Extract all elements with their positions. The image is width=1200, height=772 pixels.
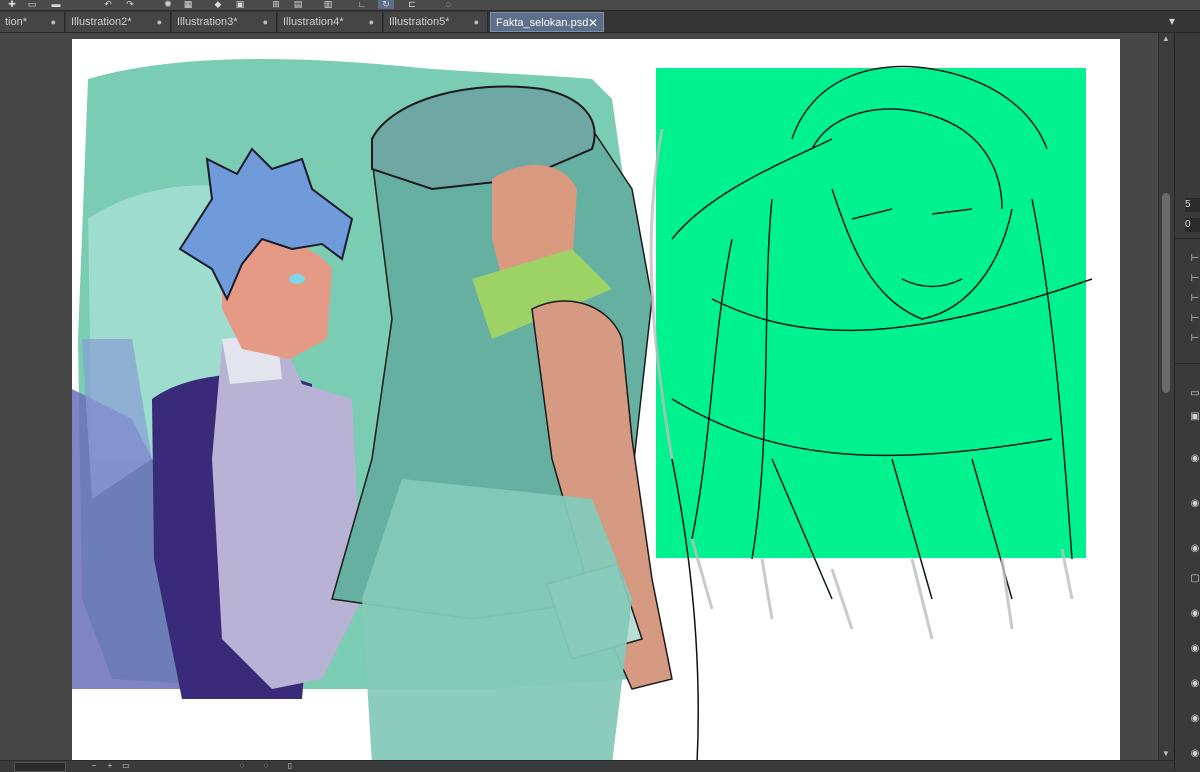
panel-value-field[interactable]: 0 xyxy=(1185,218,1200,232)
select-icon[interactable]: ▣ xyxy=(232,0,248,9)
vertical-scrollbar[interactable]: ▲ ▼ xyxy=(1158,33,1173,760)
layer-visibility-icon[interactable]: ◉ xyxy=(1189,498,1200,510)
tab-label: Illustration3* xyxy=(177,16,238,28)
layer-visibility-icon[interactable]: ◉ xyxy=(1189,453,1200,465)
panel-divider xyxy=(1175,363,1200,364)
layer-visibility-icon[interactable]: ◉ xyxy=(1189,643,1200,655)
layer-visibility-icon[interactable]: ◉ xyxy=(1189,713,1200,725)
artboard[interactable] xyxy=(72,39,1120,765)
layer-icon[interactable]: ▥ xyxy=(320,0,336,9)
new-file-icon[interactable]: ✚ xyxy=(4,0,20,9)
layer-visibility-icon[interactable]: ◉ xyxy=(1189,608,1200,620)
slider-icon[interactable]: ⊢ xyxy=(1189,253,1200,265)
modified-dot-icon: ● xyxy=(156,17,162,27)
layer-visibility-icon[interactable]: ◉ xyxy=(1189,748,1200,760)
document-tab-bar: tion* ● Illustration2* ● Illustration3* … xyxy=(0,11,1200,33)
tab-label: Illustration2* xyxy=(71,16,132,28)
modified-dot-icon: ● xyxy=(368,17,374,27)
layer-visibility-icon[interactable]: ◉ xyxy=(1189,543,1200,555)
tab-fakta-selokan[interactable]: Fakta_selokan.psd ✕ xyxy=(490,12,604,32)
tab-label: Illustration4* xyxy=(283,16,344,28)
slider-icon[interactable]: ⊢ xyxy=(1189,293,1200,305)
artwork xyxy=(72,59,1093,765)
tab-label: tion* xyxy=(5,16,28,28)
tab-illustration3[interactable]: Illustration3* ● xyxy=(172,12,277,32)
zoom-field[interactable] xyxy=(14,762,66,772)
modified-dot-icon: ● xyxy=(50,17,56,27)
right-side-panel: 5 0 ⊢ ⊢ ⊢ ⊢ ⊢ ▭ ▣ ◉ ◉ ◉ ▢ ◉ ◉ ◉ ◉ ◉ xyxy=(1174,33,1200,770)
layer-visibility-icon[interactable]: ◉ xyxy=(1189,678,1200,690)
scroll-thumb[interactable] xyxy=(1162,193,1170,393)
scroll-down-icon[interactable]: ▼ xyxy=(1159,748,1173,760)
ruler-icon[interactable]: ⊞ xyxy=(268,0,284,9)
top-toolbar: ✚ ▭ ▬ ↶ ↷ ✺ ▦ ◆ ▣ ⊞ ▤ ▥ ∟ ↻ ⊏ ◌ xyxy=(0,0,1200,11)
modified-dot-icon: ● xyxy=(473,17,479,27)
layer-folder-icon[interactable]: ▣ xyxy=(1189,411,1200,423)
undo-icon[interactable]: ↶ xyxy=(100,0,116,9)
tab-illustration5[interactable]: Illustration5* ● xyxy=(384,12,488,32)
modified-dot-icon: ● xyxy=(262,17,268,27)
sparkle-icon[interactable]: ✺ xyxy=(160,0,176,9)
fill-icon[interactable]: ◆ xyxy=(210,0,226,9)
panel-value-field[interactable]: 5 xyxy=(1185,198,1200,212)
slider-icon[interactable]: ⊢ xyxy=(1189,313,1200,325)
lasso-icon[interactable]: ∟ xyxy=(354,0,370,9)
status-bar: − + ▭ ◌ ◌ ▯ xyxy=(0,760,1174,772)
open-folder-icon[interactable]: ▭ xyxy=(24,0,40,9)
save-icon[interactable]: ▬ xyxy=(48,0,64,9)
tab-illustration4[interactable]: Illustration4* ● xyxy=(278,12,383,32)
redo-icon[interactable]: ↷ xyxy=(122,0,138,9)
panel-divider xyxy=(1175,238,1200,239)
scroll-up-icon[interactable]: ▲ xyxy=(1159,33,1173,45)
canvas-workspace[interactable] xyxy=(0,33,1158,765)
close-icon[interactable]: ✕ xyxy=(588,13,598,31)
slider-icon[interactable]: ⊢ xyxy=(1189,273,1200,285)
tab-label: Illustration5* xyxy=(389,16,450,28)
tab-illustration1[interactable]: tion* ● xyxy=(0,12,65,32)
speech-icon[interactable]: ◌ xyxy=(440,0,456,9)
rotate-icon[interactable]: ↻ xyxy=(378,0,394,9)
grid-icon[interactable]: ▤ xyxy=(290,0,306,9)
layer-new-icon[interactable]: ▭ xyxy=(1189,388,1200,400)
layer-visibility-icon[interactable]: ▢ xyxy=(1189,573,1200,585)
tab-label: Fakta_selokan.psd xyxy=(496,17,589,29)
slider-icon[interactable]: ⊢ xyxy=(1189,333,1200,345)
transform-icon[interactable]: ▦ xyxy=(180,0,196,9)
tab-illustration2[interactable]: Illustration2* ● xyxy=(66,12,171,32)
tab-menu-icon[interactable]: ▾ xyxy=(1164,13,1180,29)
flip-icon[interactable]: ⊏ xyxy=(404,0,420,9)
